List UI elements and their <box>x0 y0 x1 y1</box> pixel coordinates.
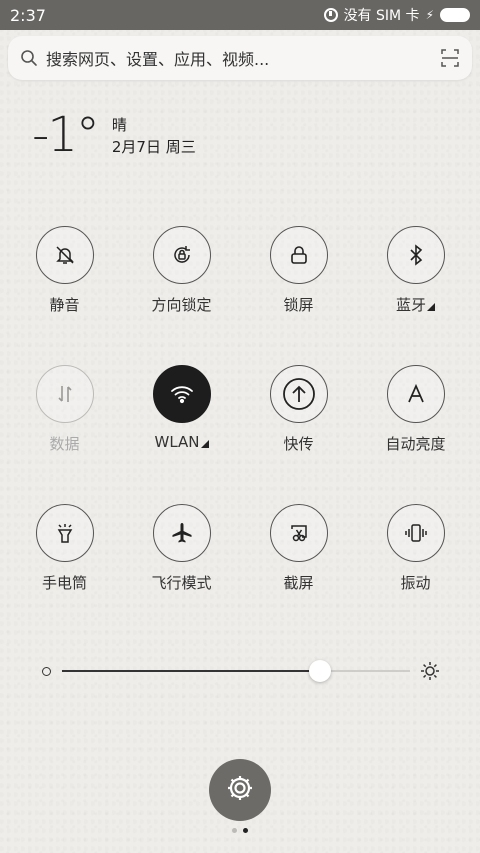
toggle-label: 自动亮度 <box>385 435 446 453</box>
toggle-quick-transfer[interactable]: 快传 <box>240 365 357 504</box>
page-dot <box>232 828 237 833</box>
battery-icon <box>440 8 470 22</box>
rotation-lock-icon[interactable] <box>152 226 211 284</box>
toggle-label: 截屏 <box>283 574 314 592</box>
page-dot-active <box>243 828 248 833</box>
toggle-label-text: 蓝牙 <box>395 296 426 314</box>
brightness-high-icon <box>419 660 441 682</box>
weather-condition: 晴 <box>111 116 127 134</box>
charging-icon: ⚡ <box>425 8 434 22</box>
toggle-lock-screen[interactable]: 锁屏 <box>240 226 357 365</box>
toggle-label: 静音 <box>49 296 80 314</box>
more-indicator-icon <box>200 440 209 448</box>
settings-button[interactable] <box>209 759 271 821</box>
toggle-label-text: WLAN <box>154 433 200 451</box>
toggle-silent[interactable]: 静音 <box>6 226 123 365</box>
search-placeholder[interactable]: 搜索网页、设置、应用、视频... <box>46 46 438 70</box>
sim-status-text: 没有 SIM 卡 <box>343 8 420 24</box>
bluetooth-icon[interactable] <box>386 226 445 284</box>
toggle-label: 快传 <box>283 435 314 453</box>
gear-icon <box>225 773 255 807</box>
toggle-label: WLAN <box>154 433 209 451</box>
toggle-row: 静音 方向锁定 锁屏 蓝牙 <box>0 226 480 365</box>
vibrate-icon[interactable] <box>386 504 445 562</box>
more-indicator-icon <box>427 303 435 311</box>
status-right: 没有 SIM 卡 ⚡ <box>323 5 470 25</box>
toggle-auto-brightness[interactable]: 自动亮度 <box>357 365 474 504</box>
toggle-label: 方向锁定 <box>151 296 212 314</box>
toggle-label: 飞行模式 <box>151 574 212 592</box>
lock-icon[interactable] <box>269 226 328 284</box>
brightness-low-icon <box>42 667 51 676</box>
toggle-label: 锁屏 <box>283 296 314 314</box>
no-sim-icon <box>323 8 338 22</box>
quick-toggles-grid: 静音 方向锁定 锁屏 蓝牙 数据 WLAN 快传 自动亮度 手电筒 飞行模式 截… <box>0 226 480 643</box>
toggle-row: 数据 WLAN 快传 自动亮度 <box>0 365 480 504</box>
flashlight-icon[interactable] <box>35 504 94 562</box>
brightness-fill <box>62 670 320 672</box>
toggle-vibrate[interactable]: 振动 <box>357 504 474 643</box>
toggle-flashlight[interactable]: 手电筒 <box>6 504 123 643</box>
data-arrows-icon[interactable] <box>35 365 94 423</box>
screenshot-icon[interactable] <box>269 504 328 562</box>
temperature: -1° <box>32 107 100 163</box>
toggle-screenshot[interactable]: 截屏 <box>240 504 357 643</box>
bell-off-icon[interactable] <box>35 226 94 284</box>
wifi-icon[interactable] <box>152 365 211 423</box>
weather-widget[interactable]: -1° 晴 2月7日 周三 <box>32 110 196 160</box>
toggle-airplane[interactable]: 飞行模式 <box>123 504 240 643</box>
search-bar[interactable]: 搜索网页、设置、应用、视频... <box>8 36 472 80</box>
toggle-wlan[interactable]: WLAN <box>123 365 240 504</box>
page-indicator <box>232 828 248 833</box>
toggle-label: 振动 <box>400 574 431 592</box>
toggle-label: 数据 <box>49 435 80 453</box>
status-bar: 2:37 没有 SIM 卡 ⚡ <box>0 0 480 30</box>
toggle-row: 手电筒 飞行模式 截屏 振动 <box>0 504 480 643</box>
brightness-slider[interactable] <box>42 656 442 686</box>
weather-meta: 晴 2月7日 周三 <box>112 114 196 158</box>
airplane-icon[interactable] <box>152 504 211 562</box>
auto-brightness-icon[interactable] <box>386 365 445 423</box>
toggle-label: 蓝牙 <box>396 294 435 315</box>
toggle-bluetooth[interactable]: 蓝牙 <box>357 226 474 365</box>
scan-icon[interactable] <box>438 46 462 70</box>
brightness-thumb[interactable] <box>308 660 331 682</box>
toggle-rotation-lock[interactable]: 方向锁定 <box>123 226 240 365</box>
upload-arrow-icon[interactable] <box>269 365 328 423</box>
toggle-mobile-data[interactable]: 数据 <box>6 365 123 504</box>
weather-date: 2月7日 周三 <box>111 138 196 156</box>
search-icon <box>18 47 40 69</box>
toggle-label: 手电筒 <box>41 574 87 592</box>
status-time: 2:37 <box>10 5 46 25</box>
